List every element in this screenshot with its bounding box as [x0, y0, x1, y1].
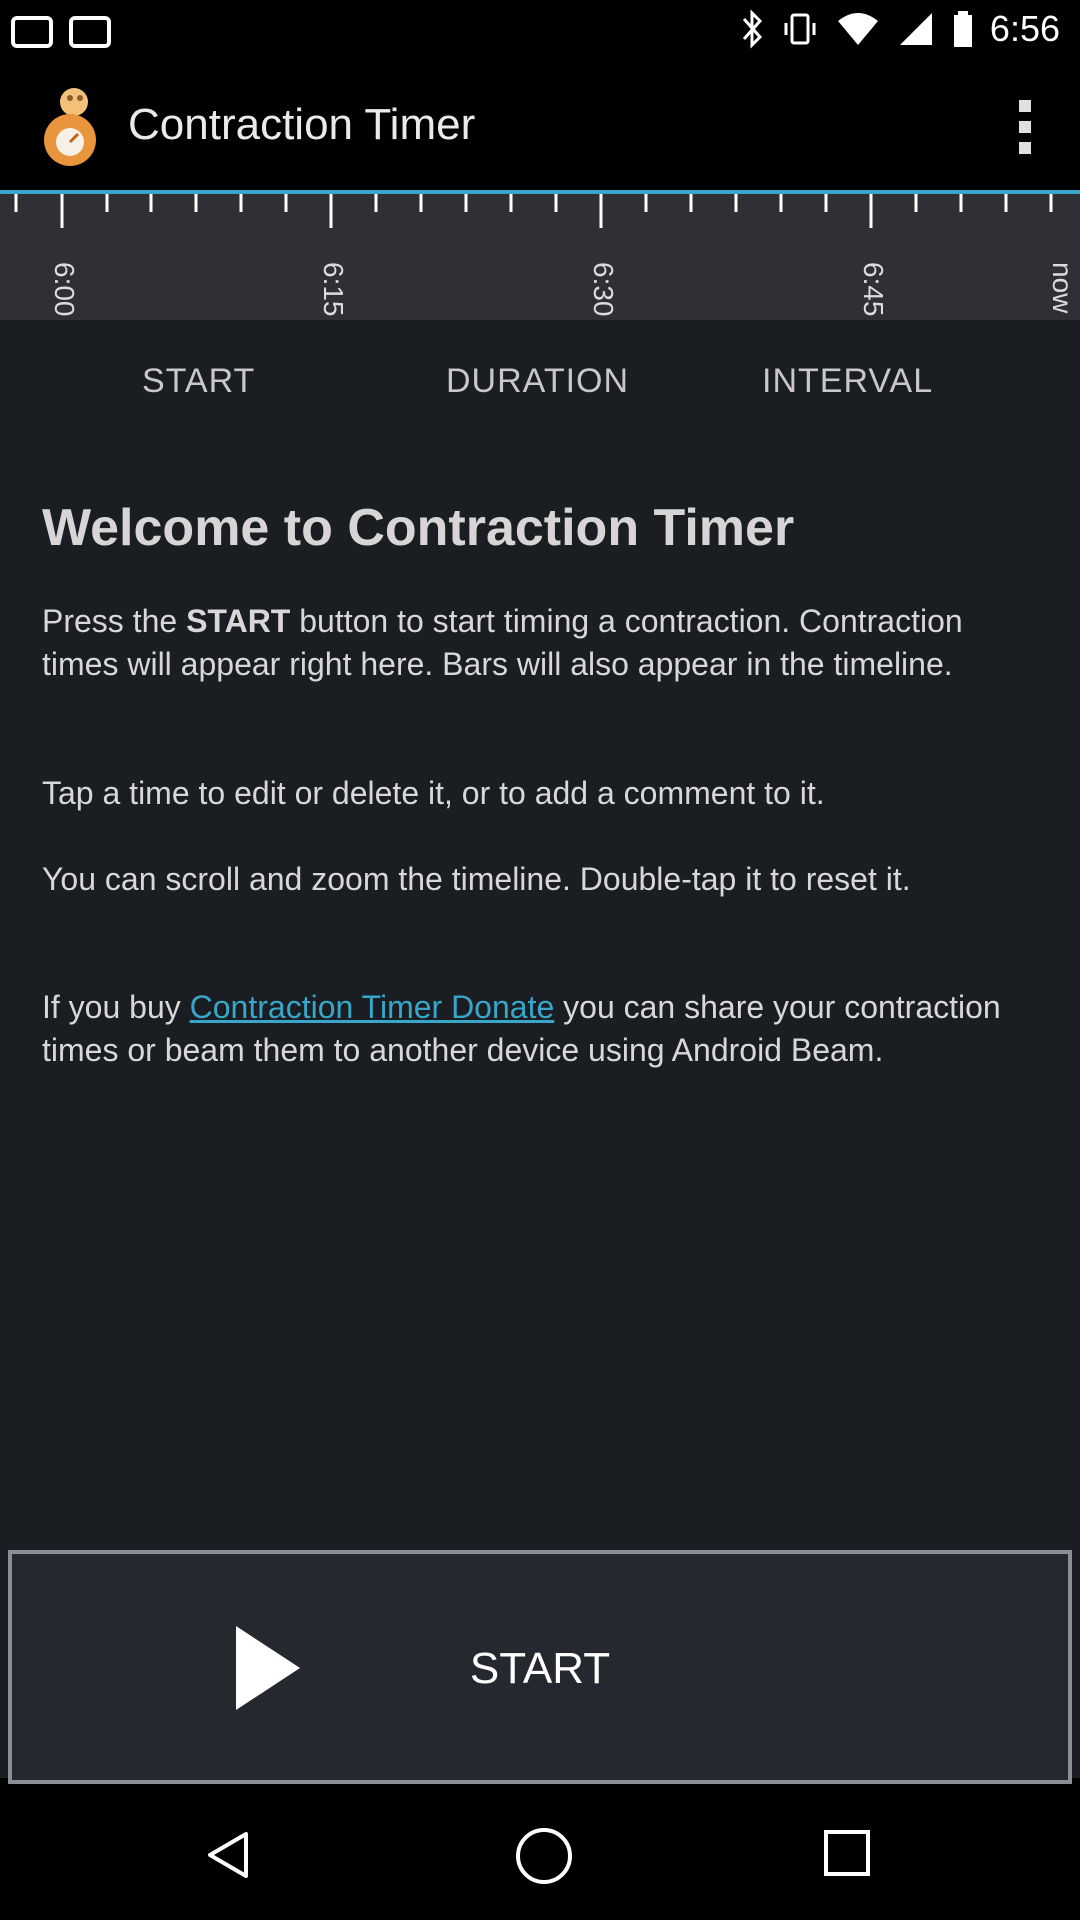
home-icon[interactable] [516, 1828, 572, 1884]
recents-icon[interactable] [824, 1830, 870, 1876]
bluetooth-icon [742, 9, 762, 49]
timeline-tick-label: 6:30 [588, 262, 619, 317]
column-headers: START DURATION INTERVAL [0, 320, 1080, 430]
signal-icon [899, 13, 932, 45]
status-bar: 6:56 [0, 0, 1080, 62]
timeline-tick-label: 6:15 [318, 262, 349, 317]
welcome-start-emphasis: START [186, 603, 291, 639]
start-button[interactable]: START [8, 1550, 1072, 1784]
timeline[interactable]: 6:00 6:15 6:30 6:45 now [0, 190, 1080, 320]
vibrate-icon [784, 13, 816, 45]
navigation-bar [0, 1792, 1080, 1920]
welcome-text: If you buy [42, 989, 190, 1025]
back-icon[interactable] [204, 1830, 254, 1880]
welcome-paragraph-4: If you buy Contraction Timer Donate you … [42, 986, 1022, 1072]
welcome-title: Welcome to Contraction Timer [42, 499, 795, 557]
battery-icon [953, 11, 972, 47]
welcome-text: Press the [42, 603, 187, 639]
column-header-start: START [142, 362, 256, 400]
wifi-icon [837, 13, 878, 45]
contraction-timer-logo-icon [44, 88, 96, 166]
status-time: 6:56 [989, 8, 1060, 49]
timeline-tick-label-now: now [1047, 262, 1078, 314]
timeline-ruler [14, 194, 1053, 228]
overflow-menu-icon[interactable] [1000, 98, 1050, 156]
notification-icon [11, 16, 53, 48]
column-header-interval: INTERVAL [762, 362, 934, 400]
timeline-tick-label: 6:00 [49, 262, 80, 317]
start-button-label: START [469, 1644, 611, 1693]
column-header-duration: DURATION [446, 362, 630, 400]
welcome-paragraph-1: Press the START button to start timing a… [42, 600, 1022, 686]
welcome-paragraph-3: You can scroll and zoom the timeline. Do… [42, 861, 911, 897]
donate-link[interactable]: Contraction Timer Donate [190, 989, 555, 1025]
timeline-tick-label: 6:45 [858, 262, 889, 317]
notification-icon [69, 16, 111, 48]
app-bar: Contraction Timer [0, 62, 1080, 190]
welcome-paragraph-2: Tap a time to edit or delete it, or to a… [42, 775, 825, 811]
app-title: Contraction Timer [128, 100, 476, 149]
